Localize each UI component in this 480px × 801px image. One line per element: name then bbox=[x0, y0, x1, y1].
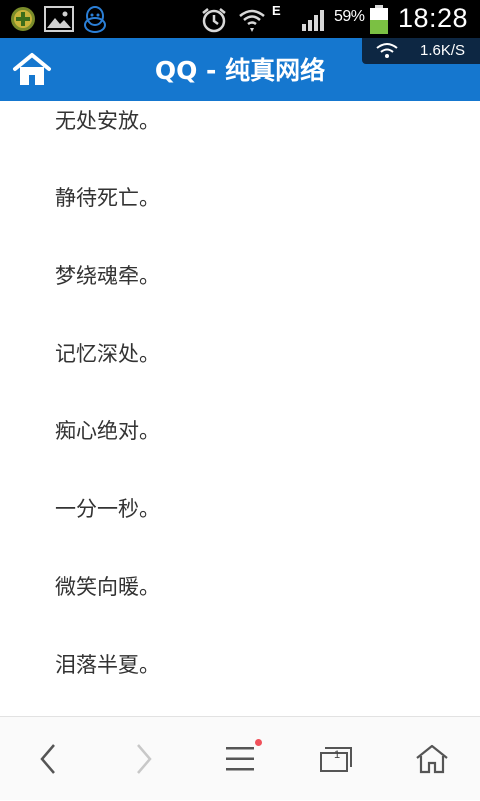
net-speed: 1.6K/S bbox=[420, 42, 466, 59]
tabs-button[interactable]: 1 bbox=[288, 717, 384, 801]
menu-icon bbox=[226, 747, 254, 771]
toolbar-home-button[interactable] bbox=[384, 717, 480, 801]
wifi-icon bbox=[376, 42, 398, 64]
back-icon bbox=[40, 744, 55, 774]
battery-icon bbox=[368, 5, 390, 39]
app-plus-icon bbox=[10, 6, 36, 36]
gallery-icon bbox=[44, 6, 74, 36]
menu-button[interactable] bbox=[192, 717, 288, 801]
text-line: 梦绕魂牵。 bbox=[55, 264, 160, 288]
signal-icon bbox=[300, 6, 330, 36]
text-line: 静待死亡。 bbox=[55, 186, 160, 210]
back-button[interactable] bbox=[0, 717, 96, 801]
net-speed-overlay: 1.6K/S bbox=[362, 38, 480, 64]
text-line: 无处安放。 bbox=[55, 109, 160, 133]
text-line: 一分一秒。 bbox=[55, 497, 160, 521]
home-button[interactable] bbox=[12, 52, 52, 88]
battery-percent: 59% bbox=[334, 8, 365, 25]
status-bar: E 59% 18:28 bbox=[0, 0, 480, 38]
notification-dot bbox=[255, 739, 262, 746]
alarm-icon bbox=[200, 6, 228, 38]
forward-button[interactable] bbox=[96, 717, 192, 801]
text-line: 泪落半夏。 bbox=[55, 653, 160, 677]
forward-icon bbox=[137, 744, 152, 774]
bottom-toolbar: 1 bbox=[0, 716, 480, 800]
qq-penguin-icon bbox=[82, 6, 108, 38]
clock: 18:28 bbox=[398, 3, 469, 33]
text-line: 微笑向暖。 bbox=[55, 575, 160, 599]
article-content: 无处安放。 静待死亡。 梦绕魂牵。 记忆深处。 痴心绝对。 一分一秒。 微笑向暖… bbox=[0, 101, 480, 716]
home-icon bbox=[416, 744, 448, 774]
tab-count: 1 bbox=[333, 749, 341, 761]
text-line: 记忆深处。 bbox=[55, 342, 160, 366]
wifi-icon bbox=[238, 6, 266, 38]
network-type: E bbox=[272, 3, 281, 18]
home-icon bbox=[13, 53, 51, 85]
text-line: 痴心绝对。 bbox=[55, 419, 160, 443]
